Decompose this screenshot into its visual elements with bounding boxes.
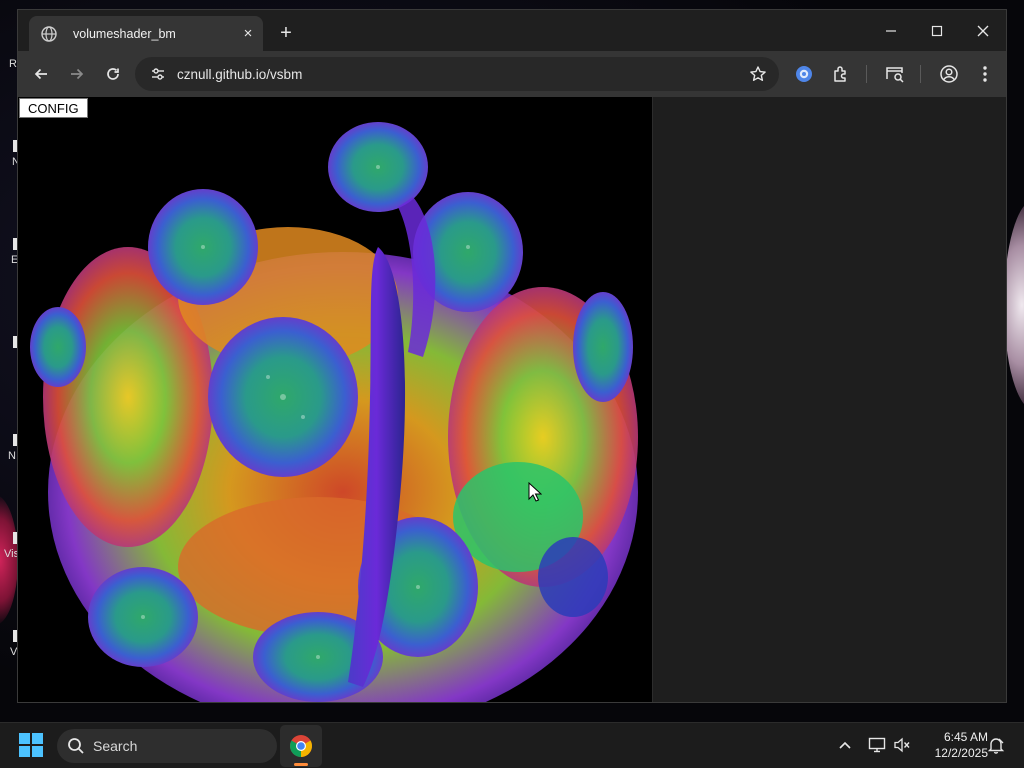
notification-icon xyxy=(987,738,1005,754)
clock-date: 12/2/2025 xyxy=(934,746,988,760)
minimize-button[interactable] xyxy=(868,10,914,51)
chrome-icon xyxy=(290,735,312,757)
extensions-button[interactable] xyxy=(826,59,856,89)
more-menu-button[interactable] xyxy=(970,59,1000,89)
browser-window: volumeshader_bm × + cznull.github.io/vsb… xyxy=(17,9,1007,703)
toolbar-divider xyxy=(920,65,921,83)
mouse-cursor-icon xyxy=(528,482,542,502)
notification-button[interactable] xyxy=(985,734,1007,756)
forward-button[interactable] xyxy=(62,59,92,89)
profile-icon xyxy=(940,65,958,83)
taskbar-chrome[interactable] xyxy=(280,725,322,767)
browser-toolbar: cznull.github.io/vsbm xyxy=(18,51,1006,97)
side-panel xyxy=(652,97,1006,702)
tab-volumeshader[interactable]: volumeshader_bm × xyxy=(29,16,263,51)
desktop-icon[interactable]: N xyxy=(0,434,19,462)
extension-badge-icon xyxy=(796,66,812,82)
desktop-icon[interactable]: N xyxy=(0,140,20,168)
desktop-icon-label: R xyxy=(9,58,17,70)
bookmark-button[interactable] xyxy=(743,65,773,83)
tray-overflow-button[interactable] xyxy=(834,734,856,756)
active-indicator xyxy=(294,763,308,766)
url-text: cznull.github.io/vsbm xyxy=(177,66,303,82)
new-tab-button[interactable]: + xyxy=(273,20,299,46)
desktop-icon[interactable]: V xyxy=(0,630,19,658)
windows-logo-icon xyxy=(19,733,43,757)
reload-button[interactable] xyxy=(98,59,128,89)
back-button[interactable] xyxy=(26,59,56,89)
close-icon xyxy=(977,25,989,36)
desktop-icon[interactable] xyxy=(0,336,19,352)
desktop-icon[interactable]: R xyxy=(0,58,18,70)
extension-badge-button[interactable] xyxy=(789,59,819,89)
forward-arrow-icon xyxy=(71,68,84,80)
desktop-icon[interactable]: Vis xyxy=(0,532,19,560)
start-button[interactable] xyxy=(18,732,46,760)
profile-button[interactable] xyxy=(934,59,964,89)
minimize-icon xyxy=(886,29,896,32)
close-window-button[interactable] xyxy=(960,10,1006,51)
desktop-icon[interactable]: E xyxy=(0,238,19,266)
toolbar-divider xyxy=(866,65,867,83)
network-button[interactable] xyxy=(866,734,888,756)
tab-close-button[interactable]: × xyxy=(238,24,258,44)
taskbar: Search 6:45 AM 12/2/2025 xyxy=(0,722,1024,768)
site-info-button[interactable] xyxy=(143,66,173,82)
config-button[interactable]: CONFIG xyxy=(19,98,88,118)
more-menu-icon xyxy=(983,66,987,82)
volume-muted-icon xyxy=(894,737,910,753)
reload-icon xyxy=(107,68,119,80)
wallpaper-glow-right xyxy=(1004,200,1024,410)
desktop-icon-label: V xyxy=(10,646,18,658)
wallpaper-glow-left xyxy=(0,495,18,625)
desktop-icon-label: N xyxy=(8,450,16,462)
desktop-icon-label: E xyxy=(11,254,19,266)
tab-title: volumeshader_bm xyxy=(73,26,176,41)
maximize-icon xyxy=(931,25,943,36)
shader-canvas[interactable]: CONFIG xyxy=(18,97,651,702)
tune-icon xyxy=(152,68,164,80)
volume-button[interactable] xyxy=(891,734,913,756)
page-viewport: CONFIG xyxy=(18,97,1006,702)
tab-search-button[interactable] xyxy=(880,59,910,89)
tab-strip: volumeshader_bm × + xyxy=(18,10,1006,51)
tab-search-icon xyxy=(886,67,904,83)
taskbar-search[interactable]: Search xyxy=(57,729,277,763)
network-icon xyxy=(868,737,886,753)
taskbar-clock[interactable]: 6:45 AM 12/2/2025 xyxy=(914,729,988,761)
search-placeholder: Search xyxy=(93,738,138,754)
clock-time: 6:45 AM xyxy=(943,730,988,744)
star-icon xyxy=(750,66,766,81)
maximize-button[interactable] xyxy=(914,10,960,51)
search-icon xyxy=(67,737,85,755)
globe-icon xyxy=(41,25,57,42)
fractal-render xyxy=(30,122,638,702)
puzzle-icon xyxy=(834,66,846,82)
address-bar[interactable]: cznull.github.io/vsbm xyxy=(135,57,779,91)
back-arrow-icon xyxy=(34,68,47,80)
chevron-up-icon xyxy=(839,741,851,749)
